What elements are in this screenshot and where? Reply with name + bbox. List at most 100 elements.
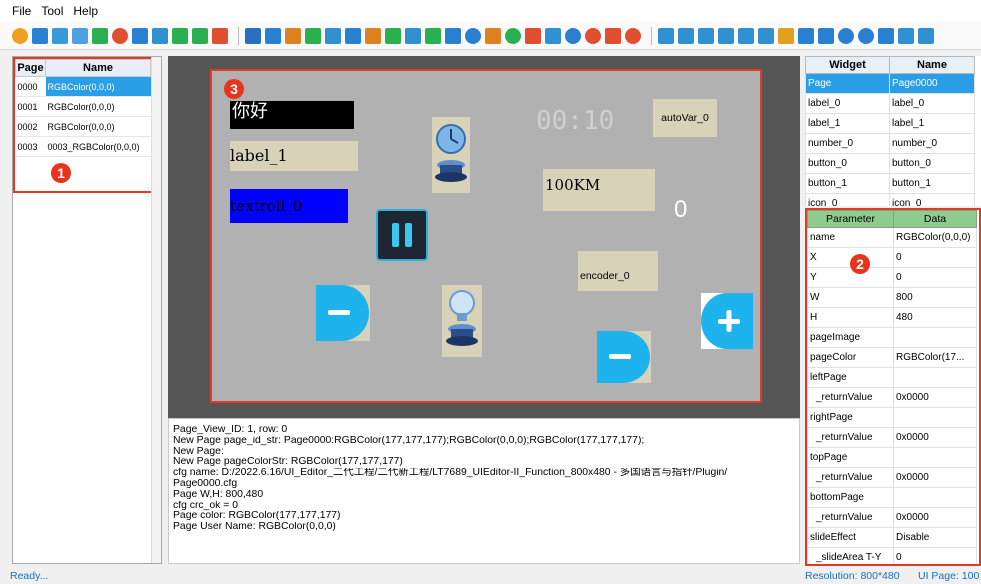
distribute-v-icon[interactable] — [818, 27, 834, 44]
table-row[interactable]: W 800 — [807, 287, 977, 308]
data-cell[interactable]: 0x0000 — [893, 387, 977, 408]
bulb-image-icon[interactable] — [442, 285, 482, 357]
image-icon[interactable] — [778, 27, 794, 44]
data-cell[interactable] — [893, 407, 977, 428]
table-row[interactable]: H 480 — [807, 307, 977, 328]
align-bottom-icon[interactable] — [718, 27, 734, 44]
table-row[interactable]: _returnValue 0x0000 — [807, 387, 977, 408]
data-cell[interactable]: 0x0000 — [893, 427, 977, 448]
build-icon[interactable] — [212, 27, 228, 44]
table-icon[interactable] — [152, 27, 168, 44]
data-cell[interactable]: 800 — [893, 287, 977, 308]
menu-file[interactable]: File — [12, 4, 31, 18]
new-page-icon[interactable] — [32, 27, 48, 44]
calendar-widget-icon[interactable] — [345, 27, 361, 44]
clock-widget-icon[interactable] — [325, 27, 341, 44]
minus-button-1[interactable] — [597, 331, 651, 383]
zoom-out-icon[interactable] — [858, 27, 874, 44]
data-cell[interactable] — [893, 367, 977, 388]
table-row[interactable]: topPage — [807, 447, 977, 468]
page-list-scrollbar[interactable] — [151, 57, 161, 563]
data-cell[interactable]: 0 — [893, 247, 977, 268]
settings-widget-icon[interactable] — [585, 27, 601, 44]
table-row[interactable]: _returnValue 0x0000 — [807, 427, 977, 448]
table-row[interactable]: pageColor RGBColor(17... — [807, 347, 977, 368]
distance-widget[interactable]: 100KM — [543, 169, 655, 211]
table-row[interactable]: _slideArea T-Y 0 — [807, 547, 977, 564]
target-widget-icon[interactable] — [505, 27, 521, 44]
same-height-icon[interactable] — [758, 27, 774, 44]
color-icon[interactable] — [112, 27, 128, 44]
data-cell[interactable]: RGBColor(0,0,0) — [893, 227, 977, 248]
table-row[interactable]: button_1 button_1 — [805, 173, 976, 194]
import-icon[interactable] — [192, 27, 208, 44]
autovar-widget[interactable]: autoVar_0 — [653, 99, 717, 137]
label-1-widget[interactable]: label_1 — [230, 141, 358, 171]
same-width-icon[interactable] — [738, 27, 754, 44]
clock-image-icon[interactable] — [432, 117, 470, 193]
back-icon[interactable] — [918, 27, 934, 44]
data-cell[interactable]: Disable — [893, 527, 977, 548]
label-0-widget[interactable]: 你好 — [230, 101, 354, 129]
grid-icon[interactable] — [72, 27, 88, 44]
data-cell[interactable]: 0 — [893, 267, 977, 288]
list-widget-icon[interactable] — [445, 27, 461, 44]
table-row[interactable]: button_0 button_0 — [805, 153, 976, 174]
number-widget-icon[interactable] — [285, 27, 301, 44]
zoom-in-icon[interactable] — [838, 27, 854, 44]
data-cell[interactable]: RGBColor(17... — [893, 347, 977, 368]
label-widget-icon[interactable] — [245, 27, 261, 44]
table-row[interactable]: name RGBColor(0,0,0) — [807, 227, 977, 248]
chart-widget-icon[interactable] — [405, 27, 421, 44]
table-row[interactable]: bottomPage — [807, 487, 977, 508]
table-row[interactable]: pageImage — [807, 327, 977, 348]
clock-widget[interactable]: 00:10 — [536, 105, 616, 137]
table-row[interactable]: Y0 — [807, 267, 977, 288]
slider-widget-icon[interactable] — [425, 27, 441, 44]
table-row[interactable]: label_0 label_0 — [805, 93, 976, 114]
table-row[interactable]: number_0 number_0 — [805, 133, 976, 154]
table-row[interactable]: _returnValue 0x0000 — [807, 507, 977, 528]
page-preview[interactable]: 3 你好 label_1 textroll_0 00:10 autoVar_0 … — [210, 69, 762, 403]
menu-tool[interactable]: Tool — [41, 4, 63, 18]
video-widget-icon[interactable] — [605, 27, 621, 44]
table-row[interactable]: slideEffect Disable — [807, 527, 977, 548]
search-icon[interactable] — [12, 27, 28, 44]
table-row[interactable]: icon_0 icon_0 — [805, 193, 976, 206]
pause-button[interactable] — [376, 209, 428, 261]
table-row[interactable]: Page Page0000 — [805, 73, 976, 94]
button-widget-icon[interactable] — [305, 27, 321, 44]
image-widget-icon[interactable] — [265, 27, 281, 44]
align-left-icon[interactable] — [658, 27, 674, 44]
data-cell[interactable] — [893, 487, 977, 508]
open-icon[interactable] — [52, 27, 68, 44]
data-cell[interactable]: 480 — [893, 307, 977, 328]
fit-icon[interactable] — [878, 27, 894, 44]
menu-help[interactable]: Help — [73, 4, 98, 18]
pin-widget-icon[interactable] — [625, 27, 641, 44]
keyboard-widget-icon[interactable] — [485, 27, 501, 44]
export-icon[interactable] — [172, 27, 188, 44]
data-cell[interactable] — [893, 327, 977, 348]
data-cell[interactable]: 0 — [893, 547, 977, 564]
distribute-h-icon[interactable] — [798, 27, 814, 44]
layers-icon[interactable] — [132, 27, 148, 44]
align-top-icon[interactable] — [698, 27, 714, 44]
music-widget-icon[interactable] — [565, 27, 581, 44]
table-row[interactable]: leftPage — [807, 367, 977, 388]
plus-button[interactable] — [701, 293, 753, 349]
table-row[interactable]: rightPage — [807, 407, 977, 428]
data-cell[interactable]: 0x0000 — [893, 507, 977, 528]
table-row[interactable]: _returnValue 0x0000 — [807, 467, 977, 488]
widget-icon[interactable] — [92, 27, 108, 44]
minus-button-0[interactable] — [316, 285, 370, 341]
data-cell[interactable]: 0x0000 — [893, 467, 977, 488]
front-icon[interactable] — [898, 27, 914, 44]
data-cell[interactable] — [893, 447, 977, 468]
gif-widget-icon[interactable] — [365, 27, 381, 44]
number-widget[interactable]: 0 — [674, 195, 694, 225]
align-center-icon[interactable] — [678, 27, 694, 44]
table-row[interactable]: X0 — [807, 247, 977, 268]
pie-widget-icon[interactable] — [465, 27, 481, 44]
media-widget-icon[interactable] — [545, 27, 561, 44]
